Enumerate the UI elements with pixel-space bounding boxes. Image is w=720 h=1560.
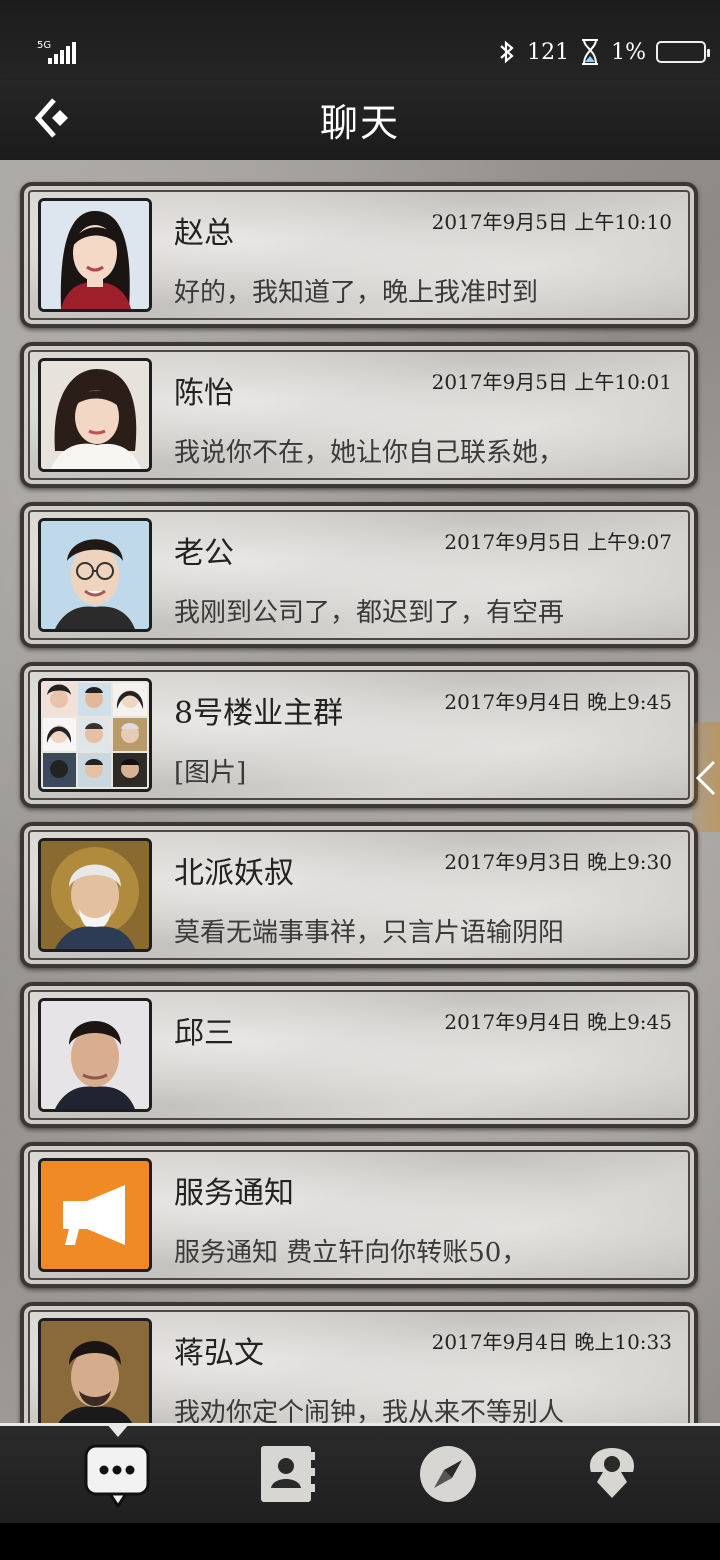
chat-time: 2017年9月3日 晚上9:30 [444, 850, 672, 874]
active-tab-pointer [106, 1423, 130, 1437]
chevron-left-icon [695, 760, 716, 796]
avatar [38, 678, 152, 792]
chat-item[interactable]: 服务通知 服务通知 费立轩向你转账50， [20, 1142, 698, 1288]
chat-item[interactable]: 北派妖叔 2017年9月3日 晚上9:30 莫看无端事事祥，只言片语输阴阳 [20, 822, 698, 968]
chat-name: 蒋弘文 [174, 1336, 264, 1371]
chat-name: 陈怡 [174, 376, 234, 411]
tab-contacts[interactable] [244, 1442, 324, 1512]
chat-item[interactable]: 邱三 2017年9月4日 晚上9:45 [20, 982, 698, 1128]
man-beard-portrait-icon [41, 1321, 149, 1423]
chat-preview: 好的，我知道了，晚上我准时到 [174, 278, 539, 308]
chat-preview: 我劝你定个闹钟，我从来不等别人 [174, 1398, 565, 1423]
status-bar: 5G 121 1% [0, 0, 720, 80]
chat-time: 2017年9月4日 晚上9:45 [444, 690, 672, 714]
tab-me[interactable] [572, 1442, 652, 1512]
woman-portrait-icon [41, 201, 149, 309]
profile-badge-icon [589, 1448, 635, 1498]
page-title: 聊天 [319, 101, 400, 145]
group-grid-icon [41, 681, 149, 789]
contacts-book-icon [261, 1446, 315, 1502]
battery-percent: 1% [611, 39, 646, 65]
hourglass-icon [582, 39, 599, 65]
system-nav-bar [0, 1523, 720, 1560]
chat-name: 北派妖叔 [174, 856, 294, 891]
compass-icon [420, 1446, 476, 1502]
chat-name: 老公 [174, 536, 234, 571]
chat-preview: 我刚到公司了，都迟到了，有空再 [174, 598, 565, 628]
chat-item[interactable]: 陈怡 2017年9月5日 上午10:01 我说你不在，她让你自己联系她， [20, 342, 698, 488]
chat-item[interactable]: 蒋弘文 2017年9月4日 晚上10:33 我劝你定个闹钟，我从来不等别人 [20, 1302, 698, 1423]
girl-portrait-icon [41, 361, 149, 469]
chat-item[interactable]: 8号楼业主群 2017年9月4日 晚上9:45 [图片] [20, 662, 698, 808]
chat-name: 服务通知 [174, 1176, 294, 1211]
signal-icon [48, 42, 76, 64]
chat-list[interactable]: 赵总 2017年9月5日 上午10:10 好的，我知道了，晚上我准时到 陈怡 2… [0, 160, 720, 1423]
megaphone-icon [41, 1161, 149, 1269]
man-glasses-portrait-icon [41, 521, 149, 629]
chat-preview: 我说你不在，她让你自己联系她， [174, 438, 565, 468]
tab-chat[interactable] [78, 1442, 158, 1512]
bluetooth-icon [500, 40, 514, 64]
chat-name: 赵总 [174, 216, 234, 251]
avatar [38, 838, 152, 952]
chat-preview: 莫看无端事事祥，只言片语输阴阳 [174, 918, 565, 948]
avatar [38, 1318, 152, 1423]
chat-time: 2017年9月5日 上午10:10 [431, 210, 672, 234]
chat-preview: 服务通知 费立轩向你转账50， [174, 1238, 528, 1268]
counter-text: 121 [527, 39, 570, 65]
chat-time: 2017年9月5日 上午9:07 [444, 530, 672, 554]
avatar [38, 1158, 152, 1272]
man-portrait-icon [41, 1001, 149, 1109]
chat-time: 2017年9月4日 晚上10:33 [431, 1330, 672, 1354]
bottom-tab-bar [0, 1423, 720, 1526]
avatar [38, 518, 152, 632]
old-man-portrait-icon [41, 841, 149, 949]
chat-time: 2017年9月4日 晚上9:45 [444, 1010, 672, 1034]
avatar [38, 358, 152, 472]
chat-name: 邱三 [174, 1016, 234, 1051]
chat-name: 8号楼业主群 [174, 696, 344, 731]
chat-item[interactable]: 赵总 2017年9月5日 上午10:10 好的，我知道了，晚上我准时到 [20, 182, 698, 328]
avatar [38, 198, 152, 312]
chat-time: 2017年9月5日 上午10:01 [431, 370, 672, 394]
avatar [38, 998, 152, 1112]
battery-icon [656, 41, 710, 63]
app-header: 聊天 [0, 80, 720, 160]
chat-preview: [图片] [174, 758, 247, 788]
side-pull-tab[interactable] [692, 722, 720, 832]
tab-discover[interactable] [408, 1442, 488, 1512]
chat-item[interactable]: 老公 2017年9月5日 上午9:07 我刚到公司了，都迟到了，有空再 [20, 502, 698, 648]
chat-bubble-icon [84, 1444, 150, 1509]
